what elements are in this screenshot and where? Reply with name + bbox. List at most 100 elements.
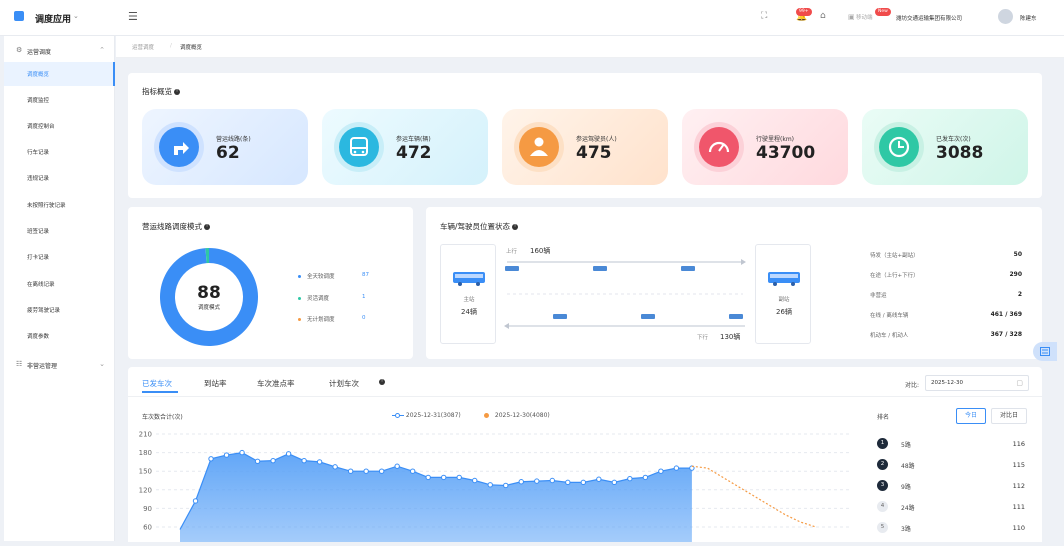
sidebar-item-label: 班签记录 [27, 229, 50, 235]
data-point[interactable] [192, 498, 199, 504]
status-stat-value: 50 [1013, 251, 1022, 258]
data-point[interactable] [642, 474, 649, 481]
sidebar-item[interactable]: 打卡记录 [4, 245, 115, 269]
data-point[interactable] [487, 482, 493, 488]
data-point[interactable] [596, 476, 602, 482]
sidebar-group-dispatch[interactable]: ⚙ 运营调度 ⌃ [4, 40, 115, 60]
gear-icon: ⚙ [16, 46, 23, 54]
ranking-row: 5 3路 110 [877, 522, 1025, 534]
sidebar-item[interactable]: 行车记录 [4, 140, 115, 164]
data-point[interactable] [409, 468, 416, 474]
compare-date-picker[interactable]: 2025-12-30 ▢ [925, 375, 1029, 391]
sidebar-item-label: 疲劳驾驶记录 [27, 308, 61, 314]
data-point[interactable] [673, 465, 680, 471]
info-icon[interactable]: ! [512, 224, 519, 230]
sidebar-item[interactable]: 调度控制台 [4, 114, 115, 138]
data-point[interactable] [316, 459, 323, 465]
sidebar-item-label: 违规记录 [27, 176, 50, 182]
data-point[interactable] [394, 463, 400, 469]
sidebar-item[interactable]: 调度概览 [4, 62, 115, 86]
info-icon[interactable]: ! [379, 379, 385, 385]
data-point[interactable] [239, 449, 245, 456]
data-point[interactable] [208, 456, 214, 462]
data-point[interactable] [611, 479, 618, 486]
data-point[interactable] [441, 474, 447, 481]
avatar[interactable] [998, 9, 1013, 24]
info-icon[interactable]: ! [174, 89, 180, 95]
data-point[interactable] [378, 468, 385, 474]
speedometer-icon [699, 127, 739, 167]
main-station-label: 主站 [463, 297, 475, 303]
sidebar-item[interactable]: 违规记录 [4, 166, 115, 190]
down-direction-label: 下行 [697, 335, 709, 341]
sidebar-item[interactable]: 未按照行驶记录 [4, 193, 115, 217]
status-stat-row: 在线 / 离线车辆 461 / 369 [870, 311, 1022, 319]
data-point[interactable] [332, 464, 338, 470]
sidebar-item[interactable]: 班签记录 [4, 219, 115, 243]
home-icon[interactable]: ⌂ [820, 11, 826, 21]
legend-value: 87 [362, 272, 369, 278]
kpi-value: 472 [396, 143, 432, 163]
data-point[interactable] [472, 477, 478, 484]
kpi-value: 62 [216, 143, 240, 163]
status-stat-value: 2 [1017, 291, 1022, 298]
message-badge: 99+ [796, 8, 812, 16]
data-point[interactable] [347, 468, 354, 474]
data-point[interactable] [285, 451, 292, 457]
data-point[interactable] [425, 474, 431, 481]
data-point[interactable] [658, 468, 664, 474]
app-title[interactable]: 调度应用 [35, 12, 71, 25]
data-point[interactable] [301, 457, 307, 464]
floating-tool-button[interactable] [1033, 342, 1057, 361]
sidebar-group-non-operation[interactable]: ☷ 非营运管理 ⌄ [4, 354, 115, 374]
mobile-icon[interactable]: ▣ [848, 13, 855, 21]
data-point[interactable] [580, 479, 587, 486]
bus-icon [453, 272, 485, 286]
kpi-card[interactable]: 参运驾驶员(人) 475 [502, 109, 668, 185]
tab-arrival-rate[interactable]: 到站率 [204, 378, 227, 389]
data-point[interactable] [549, 477, 555, 484]
chevron-down-icon: ⌄ [99, 360, 105, 368]
tab-dispatched-trips[interactable]: 已发车次 [142, 378, 172, 389]
data-point[interactable] [223, 452, 230, 458]
kpi-card[interactable]: 行驶里程(km) 43700 [682, 109, 848, 185]
data-point[interactable] [270, 457, 276, 464]
sidebar-item[interactable]: 疲劳驾驶记录 [4, 298, 115, 322]
today-button[interactable]: 今日 [956, 408, 986, 424]
tab-punctuality[interactable]: 车次准点率 [257, 378, 295, 389]
fullscreen-icon[interactable]: ⛶ [761, 11, 767, 21]
user-name[interactable]: 陈建东 [1020, 14, 1037, 22]
breadcrumb: 运营调度 / 调度概览 [116, 36, 1064, 58]
compare-day-button[interactable]: 对比日 [991, 408, 1027, 424]
legend-dot [298, 297, 301, 300]
sub-station-box[interactable]: 副站 26辆 [755, 244, 811, 344]
org-name[interactable]: 潍坊交通运输集团有限公司 [896, 14, 962, 22]
tab-planned-trips[interactable]: 计划车次 [329, 378, 359, 389]
kpi-card[interactable]: 参运车辆(辆) 472 [322, 109, 488, 185]
ranking-title: 排名 [877, 414, 890, 421]
data-point[interactable] [456, 474, 462, 481]
sidebar-item-label: 行车记录 [27, 150, 50, 156]
y-tick-label: 60 [143, 524, 152, 532]
sidebar-item[interactable]: 调度参数 [4, 324, 115, 348]
data-point[interactable] [534, 478, 540, 484]
breadcrumb-parent[interactable]: 运营调度 [132, 43, 154, 51]
data-point[interactable] [254, 458, 261, 464]
compare-date-value: 2025-12-30 [931, 380, 963, 386]
chevron-up-icon: ⌃ [99, 46, 105, 54]
workspace-label[interactable]: 移动端 [856, 13, 873, 21]
legend-item: 无计划调度 [298, 315, 335, 323]
data-point[interactable] [565, 479, 571, 486]
data-point[interactable] [503, 482, 509, 489]
chevron-down-icon[interactable]: ⌄ [73, 12, 79, 20]
kpi-card[interactable]: 营运线路(条) 62 [142, 109, 308, 185]
data-point[interactable] [363, 468, 369, 474]
menu-toggle-icon[interactable]: ☰ [128, 10, 138, 23]
sidebar-item[interactable]: 调度监控 [4, 88, 115, 112]
main-station-box[interactable]: 主站 24辆 [440, 244, 496, 344]
kpi-card[interactable]: 已发车次(次) 3088 [862, 109, 1028, 185]
data-point[interactable] [627, 475, 633, 482]
data-point[interactable] [518, 479, 524, 485]
info-icon[interactable]: ! [204, 224, 210, 230]
sidebar-item[interactable]: 在离线记录 [4, 272, 115, 296]
